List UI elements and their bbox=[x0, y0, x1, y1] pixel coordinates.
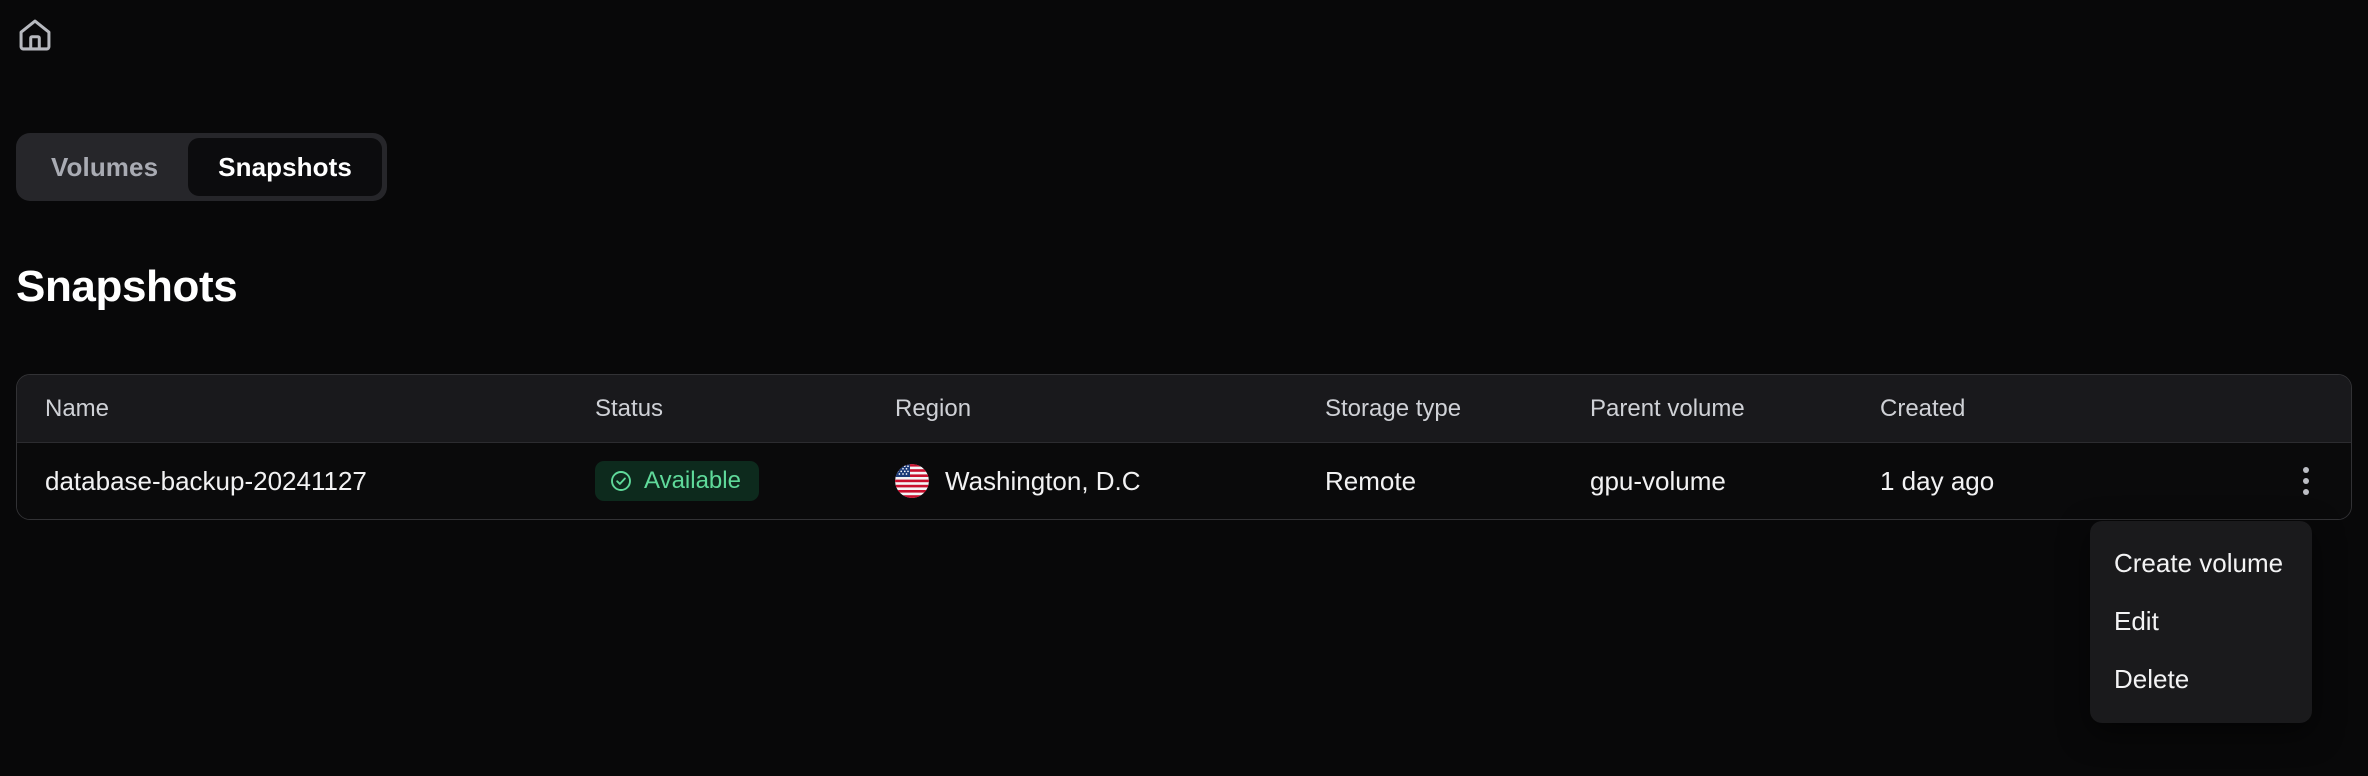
check-circle-icon bbox=[609, 469, 633, 493]
tab-volumes[interactable]: Volumes bbox=[21, 138, 188, 196]
row-context-menu: Create volume Edit Delete bbox=[2090, 521, 2312, 723]
column-header-name: Name bbox=[45, 394, 110, 422]
kebab-menu-icon[interactable] bbox=[2284, 454, 2328, 508]
tab-snapshots-label: Snapshots bbox=[218, 151, 352, 182]
home-button[interactable] bbox=[12, 12, 58, 58]
kebab-dot bbox=[2303, 467, 2309, 473]
column-header-created: Created bbox=[1880, 394, 1966, 422]
column-header-storage-type: Storage type bbox=[1325, 394, 1462, 422]
status-badge: Available bbox=[595, 461, 759, 501]
cell-status: Available bbox=[595, 461, 895, 501]
tab-volumes-label: Volumes bbox=[51, 151, 159, 182]
snapshots-table: Name Status Region Storage type Parent v… bbox=[16, 374, 2352, 520]
status-badge-label: Available bbox=[644, 467, 741, 494]
table-row[interactable]: database-backup-20241127 Available Washi… bbox=[17, 443, 2351, 519]
column-header-region: Region bbox=[895, 394, 972, 422]
home-icon bbox=[16, 16, 54, 54]
view-tabs: Volumes Snapshots bbox=[16, 133, 387, 201]
kebab-dot bbox=[2303, 478, 2309, 484]
cell-parent-volume: gpu-volume bbox=[1590, 465, 1726, 496]
kebab-dot bbox=[2303, 489, 2309, 495]
tab-snapshots[interactable]: Snapshots bbox=[188, 138, 382, 196]
cell-region: Washington, D.C bbox=[895, 464, 1325, 498]
column-header-parent-volume: Parent volume bbox=[1590, 394, 1745, 422]
table-header-row: Name Status Region Storage type Parent v… bbox=[17, 375, 2351, 443]
cell-created: 1 day ago bbox=[1880, 465, 1995, 496]
cell-name: database-backup-20241127 bbox=[45, 465, 367, 496]
menu-item-create-volume[interactable]: Create volume bbox=[2090, 535, 2312, 593]
page-title: Snapshots bbox=[16, 262, 238, 311]
us-flag-icon bbox=[895, 464, 929, 498]
app-root: Volumes Snapshots Snapshots Name Status … bbox=[0, 0, 2368, 776]
menu-item-delete[interactable]: Delete bbox=[2090, 651, 2312, 709]
cell-storage-type: Remote bbox=[1325, 465, 1417, 496]
cell-region-label: Washington, D.C bbox=[945, 465, 1141, 496]
column-header-status: Status bbox=[595, 394, 664, 422]
menu-item-edit[interactable]: Edit bbox=[2090, 593, 2312, 651]
cell-actions bbox=[2261, 454, 2351, 508]
